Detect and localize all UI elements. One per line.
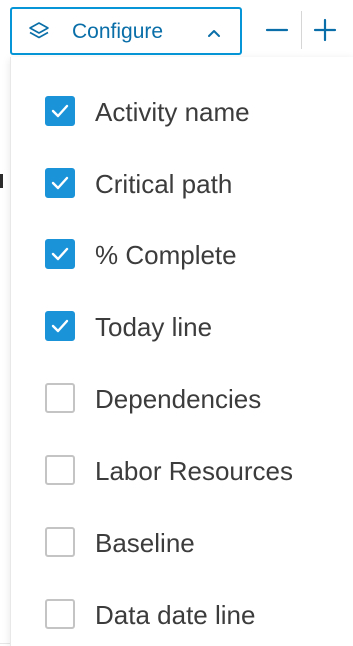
background-fragment (0, 174, 3, 188)
option-activity-name[interactable]: Activity name (11, 83, 353, 139)
option-percent-complete[interactable]: % Complete (11, 226, 353, 282)
option-label: Today line (95, 312, 213, 342)
option-checkbox[interactable] (45, 311, 75, 341)
checkmark-icon (51, 176, 69, 190)
zoom-out-button[interactable] (263, 16, 291, 44)
option-checkbox[interactable] (45, 168, 75, 198)
option-label: Labor Resources (95, 456, 293, 486)
option-checkbox[interactable] (45, 599, 75, 629)
option-label: Critical path (95, 169, 233, 199)
option-checkbox[interactable] (45, 455, 75, 485)
configure-label: Configure (72, 20, 164, 43)
chevron-up-icon (206, 26, 222, 38)
zoom-in-button[interactable] (311, 16, 339, 44)
option-checkbox[interactable] (45, 239, 75, 269)
option-label: Dependencies (95, 384, 262, 414)
checkmark-icon (51, 104, 69, 118)
option-label: Activity name (95, 97, 250, 127)
option-data-date-line[interactable]: Data date line (11, 586, 353, 642)
option-checkbox[interactable] (45, 383, 75, 413)
option-today-line[interactable]: Today line (11, 298, 353, 354)
option-baseline[interactable]: Baseline (11, 514, 353, 570)
configure-menu: Activity name Critical path % Complete T… (10, 57, 353, 646)
option-dependencies[interactable]: Dependencies (11, 370, 353, 426)
plus-icon (311, 18, 339, 48)
background-divider (0, 643, 10, 644)
configure-button[interactable]: Configure (10, 7, 242, 55)
checkmark-icon (51, 247, 69, 261)
toolbar-separator (301, 11, 302, 49)
checkmark-icon (51, 319, 69, 333)
option-critical-path[interactable]: Critical path (11, 155, 353, 211)
option-labor-resources[interactable]: Labor Resources (11, 442, 353, 498)
option-label: % Complete (95, 240, 237, 270)
option-checkbox[interactable] (45, 527, 75, 557)
option-label: Data date line (95, 600, 256, 630)
layers-icon (28, 21, 50, 43)
minus-icon (263, 28, 291, 48)
option-checkbox[interactable] (45, 96, 75, 126)
option-label: Baseline (95, 528, 195, 558)
gantt-view: Configure Activity name Critical path % … (0, 0, 353, 646)
